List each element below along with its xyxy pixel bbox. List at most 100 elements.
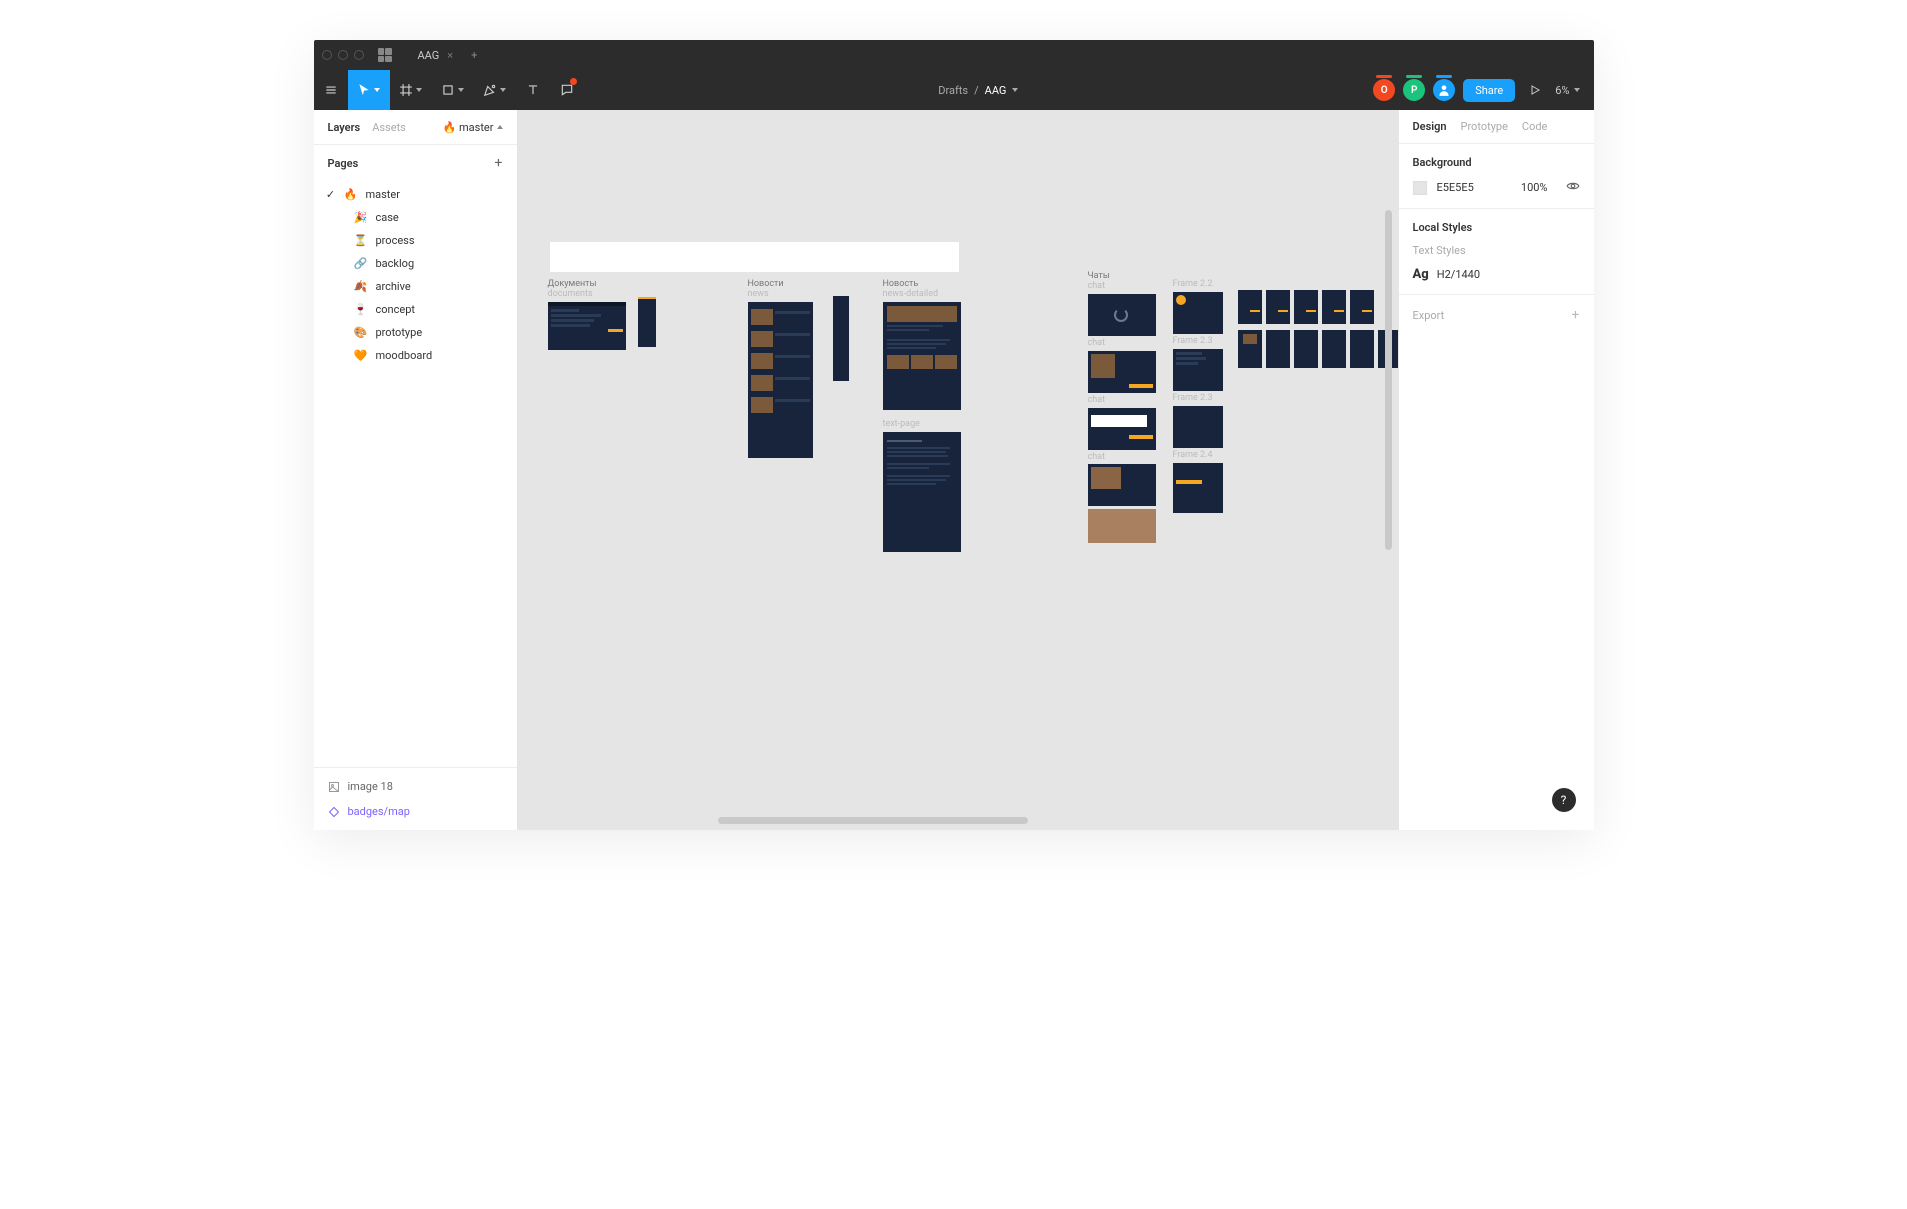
section-title: Background: [1413, 156, 1580, 169]
ag-icon: Ag: [1413, 267, 1429, 282]
avatar-user-o[interactable]: O: [1373, 79, 1395, 101]
layer-component[interactable]: badges/map: [314, 799, 517, 824]
file-tab[interactable]: AAG ×: [408, 40, 464, 70]
page-item[interactable]: ✓🔥master: [314, 183, 517, 206]
text-styles-label: Text Styles: [1413, 244, 1580, 257]
frame-news[interactable]: Новости news: [748, 280, 813, 458]
page-item[interactable]: 🎉case: [314, 206, 517, 229]
new-tab-button[interactable]: +: [463, 49, 485, 62]
left-panel-tabs: Layers Assets 🔥 master: [314, 110, 517, 144]
tab-assets[interactable]: Assets: [372, 121, 406, 134]
page-name: concept: [376, 303, 415, 316]
background-section: Background E5E5E5 100%: [1399, 144, 1594, 209]
mobile-frames-row-1[interactable]: [1238, 288, 1374, 324]
tab-code[interactable]: Code: [1522, 120, 1547, 133]
frame-chat-group[interactable]: Чаты chat chat chat chat: [1088, 272, 1156, 543]
layer-image[interactable]: image 18: [314, 774, 517, 799]
window-tabbar: AAG × +: [314, 40, 1594, 70]
menu-button[interactable]: [314, 70, 348, 110]
location-label: Drafts: [938, 84, 968, 97]
page-name: master: [366, 188, 400, 201]
tab-layers[interactable]: Layers: [328, 121, 361, 134]
maximize-dot[interactable]: [354, 50, 364, 60]
text-style-item[interactable]: Ag H2/1440: [1413, 267, 1580, 282]
present-button[interactable]: [1523, 84, 1547, 96]
layer-label: image 18: [348, 780, 393, 793]
page-item[interactable]: 🍷concept: [314, 298, 517, 321]
close-tab-icon[interactable]: ×: [447, 49, 453, 62]
visibility-toggle[interactable]: [1566, 179, 1580, 196]
breadcrumb-separator: /: [974, 84, 979, 97]
comment-tool[interactable]: [550, 70, 584, 110]
background-hex[interactable]: E5E5E5: [1437, 181, 1489, 194]
page-item[interactable]: ⏳ process: [314, 229, 517, 252]
zoom-display[interactable]: 6%: [1555, 84, 1579, 97]
export-section[interactable]: Export +: [1399, 295, 1594, 335]
page-item[interactable]: 🧡 moodboard: [314, 344, 517, 367]
macos-traffic-lights[interactable]: [322, 50, 364, 60]
document-name: AAG: [985, 84, 1007, 97]
background-opacity[interactable]: 100%: [1521, 181, 1548, 194]
artboard-image[interactable]: [1088, 509, 1156, 543]
frame-sublabel: chat: [1088, 453, 1156, 463]
frame-text-page[interactable]: text-page: [883, 420, 961, 552]
avatar-user-p[interactable]: P: [1403, 79, 1425, 101]
pen-tool[interactable]: [474, 70, 516, 110]
close-dot[interactable]: [322, 50, 332, 60]
background-swatch[interactable]: [1413, 181, 1427, 195]
frame-label: Frame 2.3: [1173, 394, 1223, 404]
pages-header: Pages: [328, 157, 359, 170]
add-export-button[interactable]: +: [1572, 307, 1580, 323]
frame-news-mobile[interactable]: [833, 294, 849, 381]
vertical-scrollbar[interactable]: [1385, 210, 1392, 550]
add-page-button[interactable]: +: [495, 155, 503, 171]
page-item[interactable]: 🍂archive: [314, 275, 517, 298]
page-emoji: 🧡: [354, 349, 368, 362]
frame-news-detailed[interactable]: Новость news-detailed: [883, 280, 961, 410]
avatar-self[interactable]: [1433, 79, 1455, 101]
page-name: backlog: [376, 257, 415, 270]
current-page-label: 🔥 master: [443, 121, 494, 134]
tab-design[interactable]: Design: [1413, 120, 1447, 133]
chevron-down-icon: [1012, 88, 1018, 92]
help-button[interactable]: ?: [1552, 788, 1576, 812]
shape-tool[interactable]: [432, 70, 474, 110]
zoom-value: 6%: [1555, 84, 1569, 97]
share-button[interactable]: Share: [1463, 79, 1515, 102]
canvas[interactable]: Документы documents: [518, 110, 1398, 830]
page-name: prototype: [376, 326, 423, 339]
tab-prototype[interactable]: Prototype: [1461, 120, 1508, 133]
page-name: archive: [376, 280, 411, 293]
chevron-down-icon: [500, 88, 506, 92]
mobile-frames-row-2[interactable]: [1238, 328, 1398, 368]
notification-dot-icon: [570, 78, 577, 85]
frame-documents-mobile[interactable]: [638, 294, 656, 347]
move-tool[interactable]: [348, 70, 390, 110]
page-name: case: [376, 211, 399, 224]
text-tool[interactable]: [516, 70, 550, 110]
page-selector[interactable]: 🔥 master: [443, 121, 503, 134]
chevron-down-icon: [1574, 88, 1580, 92]
section-title: Local Styles: [1413, 221, 1580, 234]
breadcrumb[interactable]: Drafts / AAG: [584, 84, 1374, 97]
minimize-dot[interactable]: [338, 50, 348, 60]
frame-sublabel: chat: [1088, 339, 1156, 349]
frame-22-column[interactable]: Frame 2.2 Frame 2.3 Frame 2.3 Frame 2.4: [1173, 280, 1223, 513]
page-name: moodboard: [376, 349, 433, 362]
frame-tool[interactable]: [390, 70, 432, 110]
frame-label: Frame 2.3: [1173, 337, 1223, 347]
local-styles-section: Local Styles Text Styles Ag H2/1440: [1399, 209, 1594, 295]
page-name: process: [376, 234, 415, 247]
home-grid-icon[interactable]: [378, 48, 392, 62]
right-panel-tabs: Design Prototype Code: [1399, 110, 1594, 144]
frame-label: text-page: [883, 420, 961, 430]
frame-sublabel: news-detailed: [883, 290, 961, 300]
frame-documents[interactable]: Документы documents: [548, 280, 626, 350]
page-emoji: 🎨: [354, 326, 368, 339]
page-item[interactable]: 🎨 prototype: [314, 321, 517, 344]
page-emoji: ⏳: [354, 234, 368, 247]
artboard-blank[interactable]: [550, 242, 959, 272]
page-item[interactable]: 🔗backlog: [314, 252, 517, 275]
chevron-down-icon: [374, 88, 380, 92]
horizontal-scrollbar[interactable]: [718, 817, 1028, 824]
